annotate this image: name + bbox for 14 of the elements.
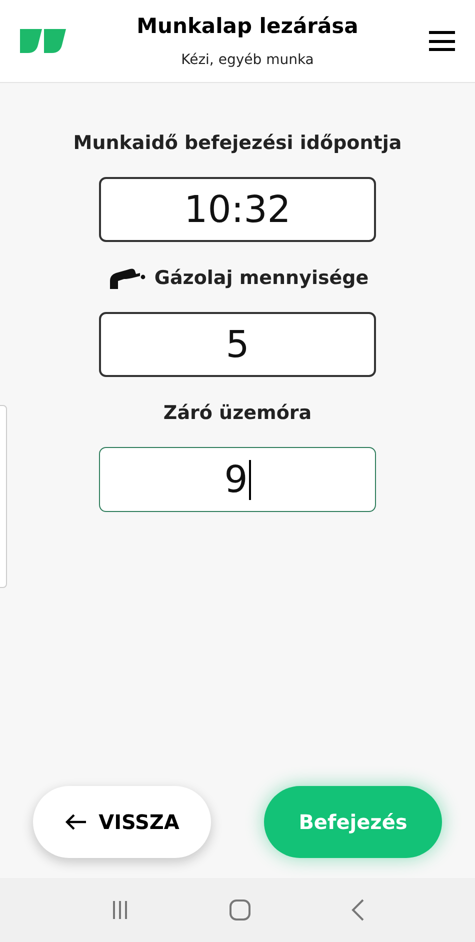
menu-icon[interactable] xyxy=(429,31,455,51)
logo-icon xyxy=(20,29,66,53)
input-field[interactable]: 5 xyxy=(99,312,376,377)
page-subtitle: Kézi, egyéb munka xyxy=(181,51,314,70)
field-label: Munkaidő befejezési időpontja xyxy=(73,130,402,156)
input-field[interactable]: 10:32 xyxy=(99,177,376,242)
page-title: Munkalap lezárása xyxy=(136,12,358,40)
home-icon[interactable] xyxy=(229,899,252,921)
field-label: Gázolaj mennyisége xyxy=(154,266,369,291)
back-icon[interactable] xyxy=(351,899,366,921)
field-label: Záró üzemóra xyxy=(163,400,312,426)
input-field[interactable]: 9 xyxy=(99,447,376,512)
arrow-left-icon xyxy=(64,813,87,831)
back-button[interactable]: VISSZA xyxy=(33,786,211,858)
